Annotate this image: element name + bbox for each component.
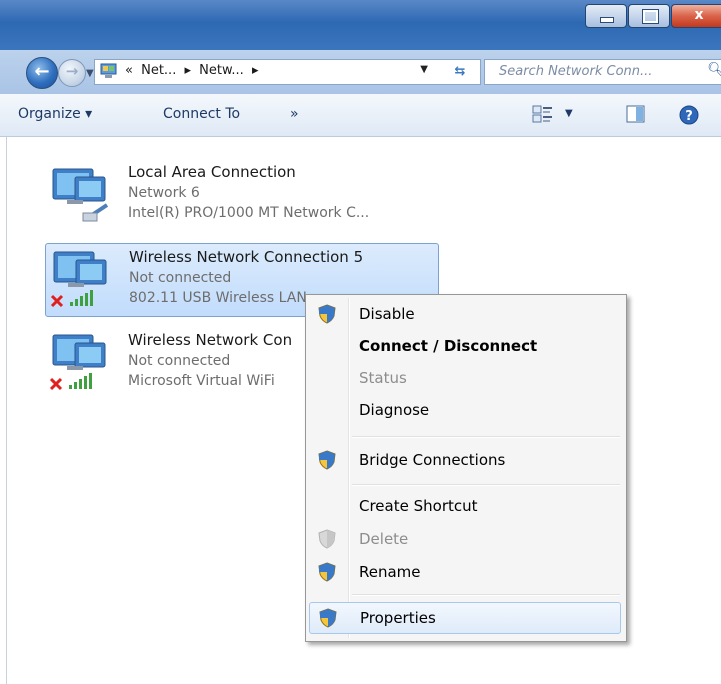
uac-shield-icon <box>318 304 336 324</box>
connection-name: Wireless Network Con <box>128 331 293 349</box>
breadcrumb-item[interactable]: Netw... <box>199 63 244 78</box>
back-button[interactable]: ← <box>26 57 58 89</box>
search-placeholder: Search Network Conn... <box>499 64 653 79</box>
uac-shield-icon <box>318 450 336 470</box>
help-icon[interactable]: ? <box>678 104 700 126</box>
connection-name: Wireless Network Connection 5 <box>129 248 364 266</box>
connection-device: Intel(R) PRO/1000 MT Network C... <box>128 205 370 221</box>
menu-item-label: Delete <box>359 530 409 548</box>
close-icon: x <box>694 7 704 23</box>
breadcrumb-separator[interactable]: ▸ <box>184 63 191 78</box>
connection-name: Local Area Connection <box>128 163 296 181</box>
forward-button[interactable]: → <box>58 59 86 87</box>
menu-item-status[interactable]: Status <box>309 363 621 393</box>
recent-pages-dropdown[interactable]: ▼ <box>86 68 94 79</box>
command-bar: Organize ▾ Connect To » ▼ ? <box>0 94 721 137</box>
uac-shield-disabled-icon <box>318 529 336 549</box>
close-button[interactable]: x <box>671 4 721 28</box>
breadcrumb: « Net... ▸ Netw... ▸ <box>125 63 262 78</box>
control-panel-icon <box>100 63 117 78</box>
menu-item-delete[interactable]: Delete <box>309 524 621 554</box>
menu-item-rename[interactable]: Rename <box>309 557 621 587</box>
connect-to-button[interactable]: Connect To <box>163 106 240 122</box>
menu-item-create-shortcut[interactable]: Create Shortcut <box>309 491 621 521</box>
menu-item-label: Status <box>359 369 407 387</box>
preview-pane-icon[interactable] <box>625 104 647 124</box>
organize-button[interactable]: Organize ▾ <box>18 106 92 122</box>
breadcrumb-separator[interactable]: ▸ <box>252 63 259 78</box>
uac-shield-icon <box>319 608 337 628</box>
title-bar[interactable]: x <box>0 0 721 50</box>
menu-item-disable[interactable]: Disable <box>309 299 621 329</box>
menu-separator <box>352 594 620 596</box>
menu-item-label: Rename <box>359 563 421 581</box>
connection-status: Not connected <box>128 353 231 369</box>
disconnected-x-icon <box>50 294 64 308</box>
minimize-icon <box>600 17 614 23</box>
refresh-button[interactable]: ⇆ <box>440 59 481 85</box>
uac-shield-icon <box>318 562 336 582</box>
menu-item-label: Bridge Connections <box>359 451 506 469</box>
context-menu: Disable Connect / Disconnect Status Diag… <box>305 294 627 642</box>
search-icon[interactable]: 🔍︎ <box>707 62 721 78</box>
breadcrumb-overflow[interactable]: « <box>125 63 133 78</box>
caption-buttons: x <box>584 4 721 30</box>
menu-item-label: Properties <box>360 609 436 627</box>
connection-device: Microsoft Virtual WiFi <box>128 373 275 389</box>
svg-text:?: ? <box>685 109 693 124</box>
change-view-icon[interactable] <box>532 104 554 124</box>
more-commands-button[interactable]: » <box>290 106 299 122</box>
menu-item-label: Disable <box>359 305 415 323</box>
menu-item-label: Connect / Disconnect <box>359 337 538 355</box>
minimize-button[interactable] <box>585 4 627 28</box>
refresh-icon: ⇆ <box>454 64 466 79</box>
menu-separator <box>352 436 620 438</box>
menu-item-label: Diagnose <box>359 401 430 419</box>
address-bar[interactable]: « Net... ▸ Netw... ▸ ▼ <box>94 59 441 85</box>
search-input[interactable]: Search Network Conn... 🔍︎ <box>484 59 721 85</box>
breadcrumb-item[interactable]: Net... <box>141 63 176 78</box>
connection-device: 802.11 USB Wireless LAN <box>129 290 307 306</box>
explorer-window: x ← → ▼ « Net... ▸ Netw... ▸ ▼ ⇆ Search <box>0 0 721 684</box>
disconnected-x-icon <box>49 377 63 391</box>
menu-item-label: Create Shortcut <box>359 497 478 515</box>
menu-item-properties[interactable]: Properties <box>309 602 621 634</box>
menu-item-bridge-connections[interactable]: Bridge Connections <box>309 445 621 475</box>
connection-status: Network 6 <box>128 185 200 201</box>
menu-item-diagnose[interactable]: Diagnose <box>309 395 621 425</box>
forward-arrow-icon: → <box>65 62 79 80</box>
address-dropdown-icon[interactable]: ▼ <box>420 64 428 75</box>
connection-status: Not connected <box>129 270 232 286</box>
maximize-icon <box>642 9 659 24</box>
back-arrow-icon: ← <box>34 61 50 82</box>
navigation-bar: ← → ▼ « Net... ▸ Netw... ▸ ▼ ⇆ Search Ne… <box>0 50 721 94</box>
maximize-button[interactable] <box>628 4 670 28</box>
menu-separator <box>352 484 620 486</box>
view-options-dropdown-icon[interactable]: ▼ <box>565 108 573 119</box>
wired-network-icon <box>52 168 109 222</box>
menu-item-connect-disconnect[interactable]: Connect / Disconnect <box>309 331 621 361</box>
list-item-local-area-connection[interactable]: Local Area Connection Network 6 Intel(R)… <box>45 159 437 231</box>
